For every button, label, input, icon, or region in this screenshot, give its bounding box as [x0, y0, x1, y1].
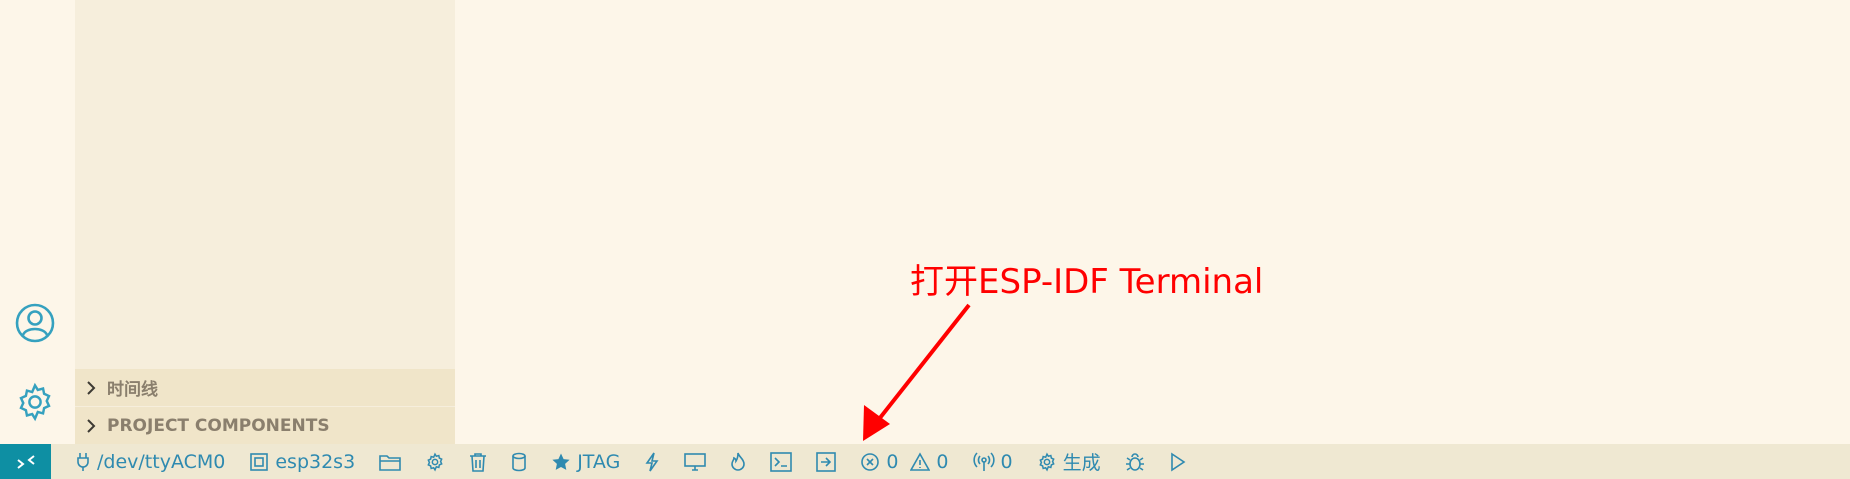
warning-triangle-icon — [910, 451, 931, 472]
error-circle-icon — [860, 452, 880, 472]
annotation-label: 打开ESP-IDF Terminal — [910, 262, 1264, 302]
folder-icon — [379, 453, 401, 471]
flash-button[interactable] — [632, 444, 672, 479]
star-icon — [551, 452, 571, 472]
trash-icon — [469, 452, 487, 472]
side-bar: 时间线 PROJECT COMPONENTS — [75, 0, 455, 444]
warning-count: 0 — [936, 450, 949, 473]
sdk-config-button[interactable] — [413, 444, 457, 479]
serial-port-label: /dev/ttyACM0 — [97, 450, 226, 473]
monitor-device-button[interactable] — [672, 444, 718, 479]
timeline-section-header[interactable]: 时间线 — [75, 369, 455, 406]
activity-bar — [0, 0, 75, 444]
gear-icon — [1037, 451, 1057, 472]
flash-method-selector[interactable]: JTAG — [539, 444, 632, 479]
command-palette-button[interactable] — [804, 444, 848, 479]
forwarded-ports-indicator[interactable]: 0 — [961, 444, 1025, 479]
chip-icon — [249, 452, 269, 472]
build-label: 生成 — [1062, 452, 1101, 474]
plug-icon — [75, 452, 91, 472]
chevron-right-icon — [85, 417, 107, 435]
serial-port-selector[interactable]: /dev/ttyACM0 — [63, 444, 237, 479]
broadcast-icon — [972, 451, 995, 472]
open-esp-idf-terminal-button[interactable] — [758, 444, 804, 479]
open-project-button[interactable] — [367, 444, 413, 479]
monitor-icon — [684, 452, 707, 472]
problems-indicator[interactable]: 0 0 — [848, 444, 960, 479]
gear-icon[interactable] — [14, 381, 56, 423]
flash-method-label: JTAG — [577, 450, 621, 473]
full-clean-button[interactable] — [457, 444, 499, 479]
project-components-section-label: PROJECT COMPONENTS — [107, 415, 330, 436]
status-bar: /dev/ttyACM0 esp32s3 JTAG 0 0 0 生成 — [0, 444, 1850, 479]
arrow-into-box-icon — [816, 451, 837, 472]
run-button[interactable] — [1157, 444, 1199, 479]
timeline-section-label: 时间线 — [107, 380, 158, 400]
gear-icon — [425, 451, 445, 472]
flash-device-button[interactable] — [499, 444, 539, 479]
bug-icon — [1125, 452, 1145, 472]
cylinder-icon — [511, 452, 527, 472]
target-label: esp32s3 — [275, 450, 356, 473]
flame-icon — [730, 452, 746, 472]
terminal-icon — [770, 451, 793, 472]
chevron-right-icon — [85, 379, 107, 397]
target-selector[interactable]: esp32s3 — [237, 444, 367, 479]
play-icon — [1169, 452, 1187, 472]
ports-count: 0 — [1000, 450, 1013, 473]
build-flash-monitor-button[interactable] — [718, 444, 758, 479]
debug-button[interactable] — [1113, 444, 1157, 479]
build-button[interactable]: 生成 — [1025, 444, 1113, 479]
account-icon[interactable] — [14, 302, 56, 344]
remote-indicator-button[interactable] — [0, 444, 51, 479]
editor-area — [455, 0, 1850, 444]
annotation-arrow — [863, 303, 971, 441]
error-count: 0 — [886, 450, 899, 473]
lightning-icon — [644, 452, 660, 472]
project-components-section-header[interactable]: PROJECT COMPONENTS — [75, 407, 455, 444]
